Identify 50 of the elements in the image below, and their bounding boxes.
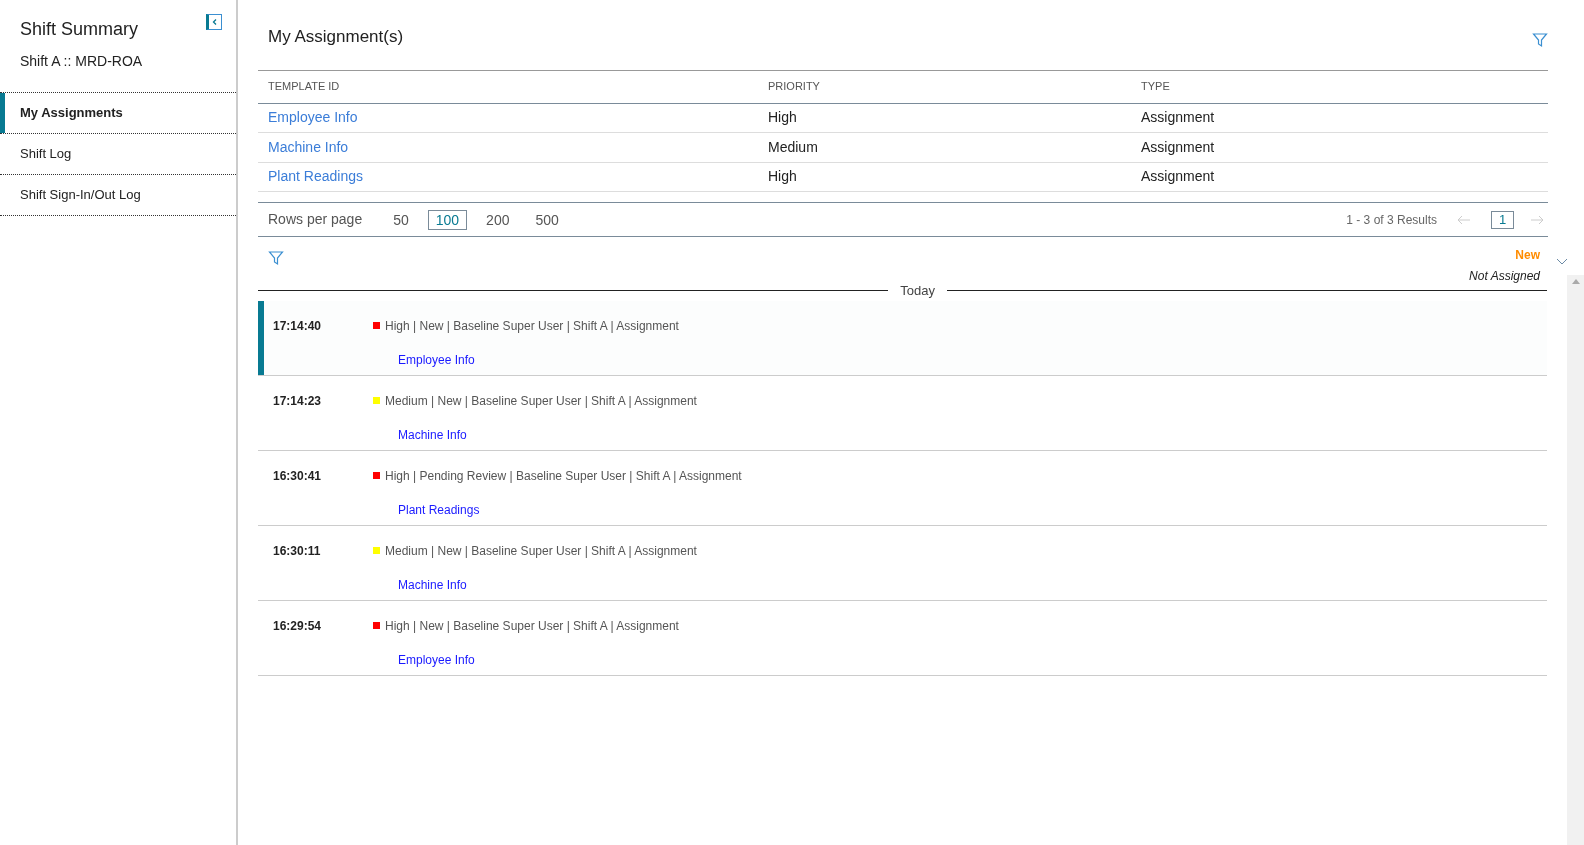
rows-per-page-option[interactable]: 200	[479, 209, 517, 230]
entry-time: 17:14:40	[273, 317, 323, 335]
entry-details: High | New | Baseline Super User | Shift A | Assignment	[385, 317, 679, 335]
entry-details: Medium | New | Baseline Super User | Shift A | Assignment	[385, 392, 697, 410]
entry-time: 16:30:41	[273, 467, 323, 485]
rows-per-page-option[interactable]: 100	[427, 209, 468, 230]
status-label: New	[1515, 247, 1540, 264]
filter-icon[interactable]	[268, 250, 284, 266]
sidebar-item[interactable]: My Assignments	[0, 93, 236, 134]
assignee-label: Not Assigned	[1469, 268, 1540, 285]
entry-details: Medium | New | Baseline Super User | Shift A | Assignment	[385, 542, 697, 560]
priority-cell-text: High	[768, 167, 798, 187]
type-cell-text: Assignment	[1141, 137, 1216, 157]
entry-link[interactable]: Machine Info	[398, 425, 467, 444]
column-header: TEMPLATE ID	[268, 79, 341, 95]
rows-per-page-option[interactable]: 50	[386, 209, 416, 230]
page-number[interactable]: 1	[1491, 210, 1514, 229]
entry-details: High | New | Baseline Super User | Shift A | Assignment	[385, 617, 679, 635]
column-header: TYPE	[1141, 79, 1171, 95]
entry-link[interactable]: Machine Info	[398, 575, 467, 594]
scroll-up-icon[interactable]	[1571, 279, 1580, 284]
section-title: My Assignment(s)	[268, 26, 404, 48]
priority-cell-text: Medium	[768, 137, 819, 157]
sidebar-item[interactable]: Shift Sign-In/Out Log	[0, 175, 236, 216]
log-entry[interactable]: 17:14:40 High | New | Baseline Super User | Shift A | Assignment Employee Info	[258, 300, 1547, 376]
sidebar-item[interactable]: Shift Log	[0, 134, 236, 175]
shift-name: Shift A :: MRD-ROA	[20, 52, 143, 71]
entry-time: 16:29:54	[273, 617, 323, 635]
priority-cell-text: High	[768, 108, 798, 128]
template-link[interactable]: Plant Readings	[268, 166, 363, 188]
entry-link[interactable]: Employee Info	[398, 650, 475, 669]
template-link[interactable]: Employee Info	[268, 107, 358, 129]
results-count: 1 - 3 of 3 Results	[1346, 211, 1437, 229]
type-cell-text: Assignment	[1141, 108, 1216, 128]
rows-per-page-label: Rows per page	[268, 210, 363, 229]
collapse-button[interactable]	[206, 14, 222, 30]
template-link[interactable]: Machine Info	[268, 136, 349, 158]
entry-time: 17:14:23	[273, 392, 323, 410]
sidebar-title: Shift Summary	[20, 18, 140, 41]
chevron-left-icon	[211, 18, 219, 26]
filter-icon[interactable]	[1532, 32, 1548, 48]
column-header: PRIORITY	[768, 79, 821, 95]
day-divider-label: Today	[899, 282, 936, 300]
type-cell-text: Assignment	[1141, 167, 1216, 187]
entry-time: 16:30:11	[273, 542, 322, 560]
entry-link[interactable]: Employee Info	[398, 350, 475, 369]
rows-per-page-option[interactable]: 500	[528, 209, 566, 230]
entry-link[interactable]: Plant Readings	[398, 500, 480, 519]
chevron-down-icon[interactable]	[1556, 258, 1568, 266]
entry-details: High | Pending Review | Baseline Super User | Shift A | Assignment	[385, 467, 742, 485]
